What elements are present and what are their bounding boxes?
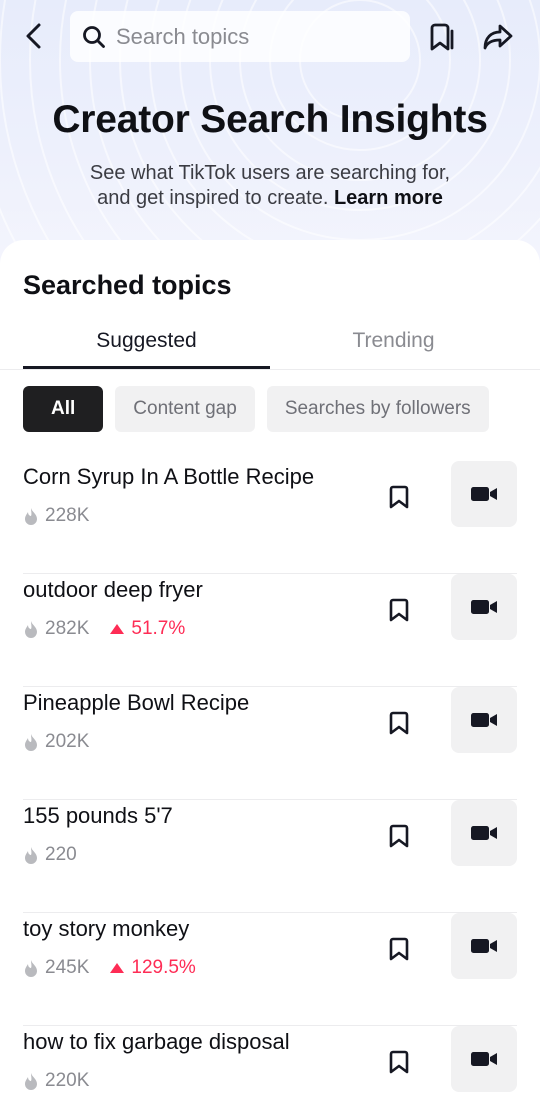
topic-row[interactable]: 155 pounds 5'7 220 [23, 800, 517, 913]
create-video-button[interactable] [451, 800, 517, 866]
bookmark-icon [389, 824, 409, 848]
topic-row[interactable]: Corn Syrup In A Bottle Recipe 228K [23, 461, 517, 574]
page-subtitle: See what TikTok users are searching for,… [0, 161, 540, 211]
top-bar [0, 0, 540, 76]
flame-icon [25, 1073, 37, 1090]
video-camera-icon [471, 713, 497, 727]
trend-indicator: 129.5% [109, 957, 196, 979]
save-topic-button[interactable] [385, 934, 413, 964]
video-camera-icon [471, 939, 497, 953]
page-title: Creator Search Insights [52, 98, 488, 141]
trend-value: 129.5% [131, 957, 196, 978]
back-button[interactable] [16, 18, 52, 54]
bookmark-icon [389, 485, 409, 509]
chip-all[interactable]: All [23, 386, 104, 432]
trend-indicator: 51.7% [109, 618, 185, 640]
share-button[interactable] [478, 18, 518, 56]
flame-icon [25, 508, 37, 525]
search-icon [83, 25, 105, 48]
filter-chips: All Content gap Searches by followers [23, 386, 489, 432]
saved-topics-button[interactable] [423, 18, 461, 56]
topic-meta: 228K [23, 504, 89, 528]
trend-up-icon [110, 963, 125, 973]
topic-title: outdoor deep fryer [23, 577, 203, 602]
topic-meta: 220K [23, 1069, 89, 1093]
flame-icon [25, 847, 37, 864]
topic-meta: 282K 51.7% [23, 617, 185, 641]
tab-suggested[interactable]: Suggested [23, 320, 270, 370]
bookmark-icon [389, 937, 409, 961]
flame-icon [25, 621, 37, 638]
topic-row[interactable]: Pineapple Bowl Recipe 202K [23, 687, 517, 800]
flame-icon [25, 960, 37, 977]
bookmarks-icon [430, 23, 454, 51]
topic-row[interactable]: how to fix garbage disposal 220K [23, 1026, 517, 1109]
tab-trending[interactable]: Trending [270, 320, 517, 370]
topic-title: Corn Syrup In A Bottle Recipe [23, 464, 315, 489]
topic-title: how to fix garbage disposal [23, 1029, 290, 1054]
subtitle-line-1: See what TikTok users are searching for, [89, 162, 451, 184]
save-topic-button[interactable] [385, 821, 413, 851]
topic-tabs: Suggested Trending [0, 320, 540, 370]
topic-meta: 202K [23, 730, 89, 754]
topic-title: Pineapple Bowl Recipe [23, 690, 250, 715]
header-hero: Creator Search Insights See what TikTok … [0, 0, 540, 270]
save-topic-button[interactable] [385, 1047, 413, 1077]
search-count: 220 [45, 844, 77, 865]
save-topic-button[interactable] [385, 708, 413, 738]
save-topic-button[interactable] [385, 595, 413, 625]
video-camera-icon [471, 1052, 497, 1066]
search-bar[interactable] [70, 11, 410, 62]
back-arrow-icon [26, 23, 41, 49]
learn-more-link[interactable]: Learn more [334, 187, 443, 209]
topic-row[interactable]: outdoor deep fryer 282K 51.7% [23, 574, 517, 687]
create-video-button[interactable] [451, 913, 517, 979]
trend-value: 51.7% [131, 618, 186, 639]
search-input[interactable] [116, 23, 386, 50]
subtitle-line-2: and get inspired to create. Learn more [0, 186, 540, 211]
bookmark-icon [389, 1050, 409, 1074]
share-icon [483, 24, 513, 50]
flame-icon [25, 734, 37, 751]
search-count: 220K [45, 1070, 90, 1091]
search-count: 202K [45, 731, 90, 752]
create-video-button[interactable] [451, 461, 517, 527]
create-video-button[interactable] [451, 574, 517, 640]
topic-meta: 220 [23, 843, 77, 867]
topic-list: Corn Syrup In A Bottle Recipe 228K outdo… [0, 461, 540, 1109]
chip-searches-by-followers[interactable]: Searches by followers [266, 386, 489, 432]
search-count: 282K [45, 618, 90, 639]
topic-title: toy story monkey [23, 916, 190, 941]
create-video-button[interactable] [451, 687, 517, 753]
bookmark-icon [389, 711, 409, 735]
content-sheet: Searched topics Suggested Trending All C… [0, 240, 540, 1109]
save-topic-button[interactable] [385, 482, 413, 512]
search-count: 228K [45, 505, 90, 526]
bookmark-icon [389, 598, 409, 622]
topic-meta: 245K 129.5% [23, 956, 196, 980]
video-camera-icon [471, 826, 497, 840]
subtitle-line-2-text: and get inspired to create. [97, 187, 329, 209]
chip-content-gap[interactable]: Content gap [115, 386, 255, 432]
section-title: Searched topics [23, 270, 232, 300]
video-camera-icon [471, 600, 497, 614]
topic-title: 155 pounds 5'7 [23, 803, 173, 828]
trend-up-icon [110, 624, 125, 634]
topic-row[interactable]: toy story monkey 245K 129.5% [23, 913, 517, 1026]
active-tab-indicator [23, 366, 270, 369]
create-video-button[interactable] [451, 1026, 517, 1092]
search-count: 245K [45, 957, 90, 978]
video-camera-icon [471, 487, 497, 501]
